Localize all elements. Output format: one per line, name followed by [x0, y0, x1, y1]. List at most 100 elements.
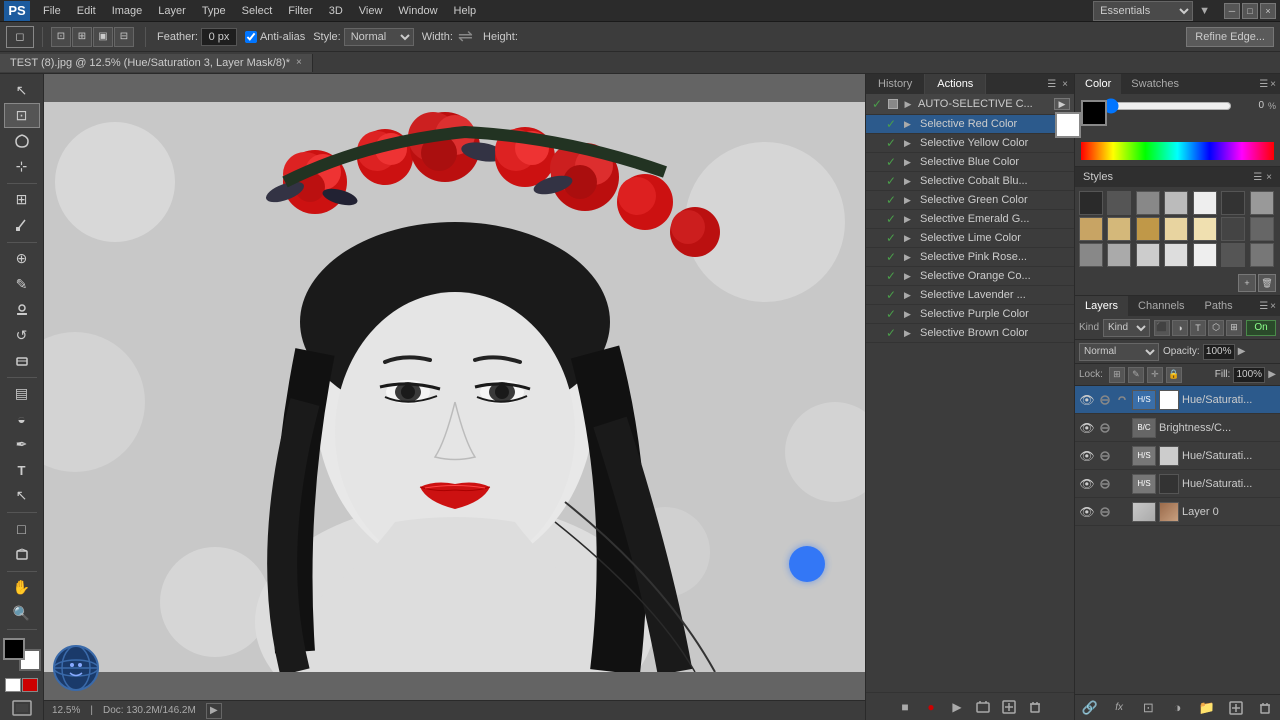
actions-play-btn[interactable]: ▶	[946, 697, 968, 717]
panel-close-icon[interactable]: ×	[1060, 77, 1070, 92]
layers-panel-close[interactable]: ×	[1270, 301, 1276, 312]
style-swatch-0[interactable]	[1079, 191, 1103, 215]
action-item-5[interactable]: ✓ ▶ Selective Emerald G...	[866, 210, 1074, 229]
tool-3d[interactable]	[4, 542, 40, 566]
doc-info-btn[interactable]: ▶	[206, 703, 222, 719]
layer-new-btn[interactable]	[1227, 699, 1245, 717]
workspace-select[interactable]: Essentials	[1093, 1, 1193, 21]
options-icon-1[interactable]: ⊡	[51, 27, 71, 47]
channels-tab[interactable]: Channels	[1128, 296, 1194, 316]
style-swatch-16[interactable]	[1136, 243, 1160, 267]
tool-text[interactable]: T	[4, 458, 40, 482]
tool-hand[interactable]: ✋	[4, 575, 40, 599]
tool-dodge[interactable]: ◒	[4, 407, 40, 431]
action-item-11[interactable]: ✓ ▶ Selective Brown Color	[866, 324, 1074, 343]
tool-pen[interactable]: ✒	[4, 432, 40, 456]
layer-item-2[interactable]: 👁 H/S Hue/Saturati...	[1075, 442, 1280, 470]
color-gradient-bar[interactable]	[1081, 142, 1274, 160]
tool-eyedropper[interactable]	[4, 213, 40, 237]
actions-tab[interactable]: Actions	[925, 74, 986, 94]
layer-delete-btn[interactable]	[1256, 699, 1274, 717]
action-item-0[interactable]: ✓ ▶ Selective Red Color	[866, 115, 1074, 134]
tool-marquee[interactable]: ⊡	[4, 103, 40, 127]
opacity-arrow[interactable]: ▶	[1238, 346, 1246, 357]
actions-stop-btn[interactable]: ■	[894, 697, 916, 717]
styles-close[interactable]: ×	[1266, 172, 1272, 183]
action-item-1[interactable]: ✓ ▶ Selective Yellow Color	[866, 134, 1074, 153]
action-item-3[interactable]: ✓ ▶ Selective Cobalt Blu...	[866, 172, 1074, 191]
action-item-2[interactable]: ✓ ▶ Selective Blue Color	[866, 153, 1074, 172]
lock-transparent-icon[interactable]: ⊞	[1109, 367, 1125, 383]
layer-link-btn[interactable]: 🔗	[1081, 699, 1099, 717]
screen-mode-btn[interactable]	[11, 699, 33, 720]
styles-new-btn[interactable]: +	[1238, 274, 1256, 292]
opacity-input[interactable]	[1203, 344, 1235, 360]
menu-window[interactable]: Window	[391, 3, 444, 19]
layer-mask-btn[interactable]: ⊡	[1139, 699, 1157, 717]
tutorial-globe[interactable]	[52, 644, 100, 692]
menu-file[interactable]: File	[36, 3, 68, 19]
layer-item-1[interactable]: 👁 B/C Brightness/C...	[1075, 414, 1280, 442]
tool-shape[interactable]: □	[4, 517, 40, 541]
action-item-7[interactable]: ✓ ▶ Selective Pink Rose...	[866, 248, 1074, 267]
close-btn[interactable]: ×	[1260, 3, 1276, 19]
menu-image[interactable]: Image	[105, 3, 150, 19]
layers-tab[interactable]: Layers	[1075, 296, 1128, 316]
action-item-6[interactable]: ✓ ▶ Selective Lime Color	[866, 229, 1074, 248]
menu-layer[interactable]: Layer	[151, 3, 193, 19]
styles-delete-btn[interactable]: 🗑	[1258, 274, 1276, 292]
k-slider[interactable]	[1103, 102, 1232, 110]
swatches-tab[interactable]: Swatches	[1121, 74, 1189, 94]
action-item-10[interactable]: ✓ ▶ Selective Purple Color	[866, 305, 1074, 324]
action-item-9[interactable]: ✓ ▶ Selective Lavender ...	[866, 286, 1074, 305]
style-swatch-12[interactable]	[1221, 217, 1245, 241]
actions-new-action-btn[interactable]	[998, 697, 1020, 717]
style-select[interactable]: Normal	[344, 28, 414, 46]
tool-stamp[interactable]	[4, 297, 40, 321]
tool-path-select[interactable]: ↖	[4, 483, 40, 507]
filter-smart-icon[interactable]: ⊞	[1226, 320, 1242, 336]
group-expand-icon[interactable]: ▶	[902, 98, 914, 110]
layer-0-visibility[interactable]: 👁	[1079, 392, 1095, 408]
actions-new-set-btn[interactable]	[972, 697, 994, 717]
layer-adjustment-btn[interactable]: ◑	[1168, 699, 1186, 717]
action-item-8[interactable]: ✓ ▶ Selective Orange Co...	[866, 267, 1074, 286]
feather-input[interactable]	[201, 28, 237, 46]
normal-mode-icon[interactable]	[5, 678, 21, 692]
menu-select[interactable]: Select	[235, 3, 280, 19]
color-tab[interactable]: Color	[1075, 74, 1121, 94]
layer-fx-btn[interactable]: fx	[1110, 699, 1128, 717]
layer-item-0[interactable]: 👁 H/S Hue/Saturati...	[1075, 386, 1280, 414]
filter-adjustment-icon[interactable]: ◑	[1172, 320, 1188, 336]
options-icon-2[interactable]: ⊞	[72, 27, 92, 47]
lock-pixels-icon[interactable]: ✎	[1128, 367, 1144, 383]
menu-3d[interactable]: 3D	[322, 3, 350, 19]
filter-on-toggle[interactable]: On	[1246, 320, 1276, 336]
tool-history-brush[interactable]: ↺	[4, 323, 40, 347]
action-item-4[interactable]: ✓ ▶ Selective Green Color	[866, 191, 1074, 210]
options-icon-3[interactable]: ▣	[93, 27, 113, 47]
menu-type[interactable]: Type	[195, 3, 233, 19]
layer-item-3[interactable]: 👁 H/S Hue/Saturati...	[1075, 470, 1280, 498]
tool-crop[interactable]: ⊞	[4, 188, 40, 212]
color-panel-close[interactable]: ×	[1270, 79, 1276, 90]
maximize-btn[interactable]: □	[1242, 3, 1258, 19]
style-swatch-14[interactable]	[1079, 243, 1103, 267]
anti-alias-checkbox[interactable]	[245, 31, 257, 43]
tool-heal[interactable]: ⊕	[4, 246, 40, 270]
filter-pixel-icon[interactable]: ⬛	[1154, 320, 1170, 336]
minimize-btn[interactable]: ─	[1224, 3, 1240, 19]
lock-position-icon[interactable]: ✛	[1147, 367, 1163, 383]
paths-tab[interactable]: Paths	[1195, 296, 1243, 316]
layer-3-visibility[interactable]: 👁	[1079, 476, 1095, 492]
filter-select[interactable]: Kind	[1103, 319, 1150, 337]
style-swatch-20[interactable]	[1250, 243, 1274, 267]
style-swatch-1[interactable]	[1107, 191, 1131, 215]
layer-1-visibility[interactable]: 👁	[1079, 420, 1095, 436]
style-swatch-19[interactable]	[1221, 243, 1245, 267]
fg-bg-color-picker[interactable]	[3, 638, 41, 671]
style-swatch-5[interactable]	[1221, 191, 1245, 215]
bg-color-box[interactable]	[1055, 112, 1081, 138]
layer-group-btn[interactable]: 📁	[1198, 699, 1216, 717]
style-swatch-10[interactable]	[1164, 217, 1188, 241]
